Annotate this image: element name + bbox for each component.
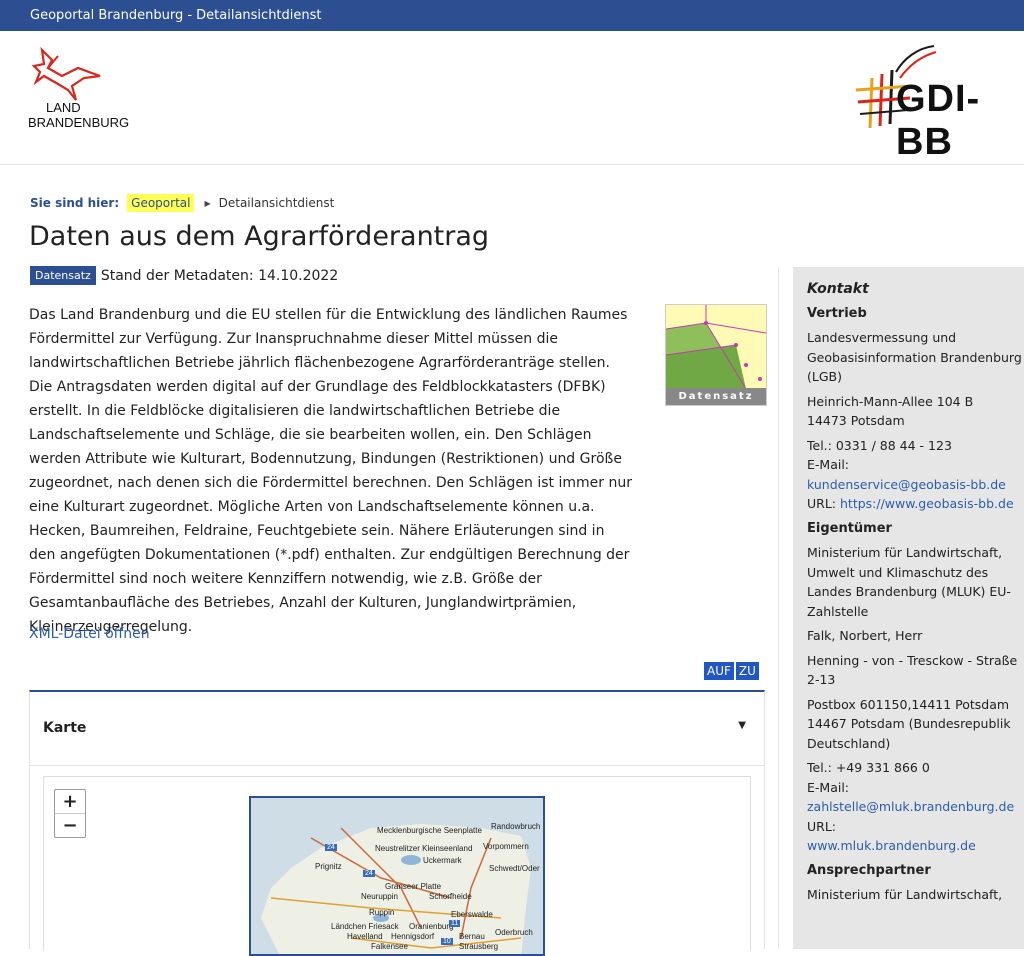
- map-label: Schwedt/Oder: [489, 864, 540, 873]
- map-panel: Karte ▼ + − Mecklenburgische Seenplatte …: [29, 690, 765, 956]
- road-shield: 24: [325, 844, 337, 851]
- eigentuemer-email-label: E-Mail:: [807, 779, 850, 795]
- vertrieb-email-label: E-Mail:: [807, 457, 850, 472]
- ansprechpartner-heading: Ansprechpartner: [807, 862, 931, 878]
- map-viewer[interactable]: + − Mecklenburgische Seenplatte Neustrel…: [43, 776, 751, 956]
- vertrieb-city: 14473 Potsdam: [807, 413, 905, 428]
- vertrieb-tel: Tel.: 0331 / 88 44 - 123: [807, 437, 952, 453]
- map-panel-header[interactable]: Karte ▼: [30, 692, 764, 766]
- vertrieb-org: Landesvermessung und Geobasisinformation…: [807, 330, 1022, 384]
- map-label: Ländchen Friesack: [331, 922, 399, 931]
- map-label: Neuruppin: [361, 892, 398, 901]
- ansprechpartner-org: Ministerium für Landwirtschaft,: [807, 887, 1003, 902]
- thumbnail-label: Datensatz: [666, 388, 766, 405]
- breadcrumb-home-link[interactable]: Geoportal: [127, 194, 195, 212]
- map-label: Mecklenburgische Seenplatte: [377, 826, 482, 835]
- breadcrumb: Sie sind hier: Geoportal ▶ Detailansicht…: [30, 194, 334, 212]
- type-badge: Datensatz: [30, 266, 96, 285]
- breadcrumb-current: Detailansichtdienst: [218, 196, 335, 210]
- map-label: Prignitz: [315, 862, 342, 871]
- gdi-bb-text: GDI-BB: [896, 78, 981, 163]
- vertrieb-heading: Vertrieb: [807, 305, 867, 321]
- breadcrumb-label: Sie sind hier:: [30, 196, 120, 210]
- chevron-right-icon: ▶: [204, 198, 211, 208]
- contact-heading: Kontakt: [807, 281, 869, 297]
- map-label: Oranienburg: [409, 922, 454, 931]
- eigentuemer-url-label: URL:: [807, 818, 837, 834]
- map-label: Vorpommern: [483, 842, 529, 851]
- eigentuemer-email-link[interactable]: zahlstelle@mluk.brandenburg.de: [807, 797, 1024, 817]
- vertrieb-street: Heinrich-Mann-Allee 104 B: [807, 393, 974, 409]
- map-label: Strausberg: [459, 942, 499, 951]
- metadata-date: Stand der Metadaten: 14.10.2022: [100, 267, 339, 284]
- overview-map[interactable]: Mecklenburgische Seenplatte Neustrelitze…: [249, 796, 545, 956]
- dataset-thumbnail: Datensatz: [665, 304, 767, 406]
- logo-text-land: LAND: [46, 100, 81, 115]
- zoom-controls: + −: [54, 789, 86, 838]
- dataset-description: Das Land Brandenburg und die EU stellen …: [29, 307, 632, 635]
- page-title: Daten aus dem Agrarförderantrag: [29, 221, 490, 252]
- map-label: Ruppin: [369, 908, 395, 917]
- map-label: Randowbruch: [491, 822, 541, 831]
- expand-collapse-controls: AUF ZU: [704, 662, 759, 680]
- eagle-icon: [31, 46, 101, 101]
- map-label: Granseer Platte: [385, 882, 442, 891]
- header-divider: [0, 164, 1024, 165]
- map-label: Eberswalde: [451, 910, 493, 919]
- land-brandenburg-logo[interactable]: LAND BRANDENBURG: [28, 46, 138, 132]
- top-bar: Geoportal Brandenburg - Detailansichtdie…: [0, 0, 1024, 31]
- road-shield: 24: [363, 870, 375, 877]
- map-label: Schorfheide: [429, 892, 472, 901]
- column-divider: [778, 267, 779, 949]
- map-label: Havelland: [347, 932, 383, 941]
- map-label: Falkensee: [371, 942, 408, 951]
- map-label: Hennigsdorf: [391, 932, 435, 941]
- zoom-in-button[interactable]: +: [55, 790, 85, 813]
- map-panel-title: Karte: [43, 720, 87, 736]
- map-label: Oderbruch: [495, 928, 533, 937]
- site-title: Geoportal Brandenburg - Detailansichtdie…: [30, 8, 322, 23]
- metadata-row: Datensatz Stand der Metadaten: 14.10.202…: [30, 266, 338, 285]
- road-shield: 11: [449, 920, 461, 927]
- eigentuemer-person: Falk, Norbert, Herr: [807, 628, 923, 643]
- eigentuemer-heading: Eigentümer: [807, 520, 892, 536]
- contact-sidebar: Kontakt Vertrieb Landesvermessung und Ge…: [793, 267, 1024, 949]
- vertrieb-url-label: URL:: [807, 496, 837, 511]
- eigentuemer-url-link[interactable]: www.mluk.brandenburg.de: [807, 836, 1024, 856]
- eigentuemer-city: 14467 Potsdam (Bundesrepublik Deutschlan…: [807, 716, 1011, 751]
- map-label: Uckermark: [423, 856, 462, 865]
- expand-all-button[interactable]: AUF: [704, 662, 734, 680]
- vertrieb-url-link[interactable]: https://www.geobasis-bb.de: [840, 496, 1014, 511]
- eigentuemer-postbox: Postbox 601150,14411 Potsdam: [807, 696, 1010, 712]
- map-label: Bernau: [459, 932, 485, 941]
- road-shield: 10: [441, 938, 453, 945]
- caret-down-icon[interactable]: ▼: [738, 720, 746, 731]
- eigentuemer-org: Ministerium für Landwirtschaft, Umwelt u…: [807, 545, 1011, 619]
- xml-file-link[interactable]: XML-Datei öffnen: [29, 626, 150, 642]
- eigentuemer-street: Henning - von - Tresckow - Straße 2-13: [807, 652, 1018, 688]
- field-map-thumbnail-icon: [666, 305, 766, 389]
- map-label: Neustrelitzer Kleinseenland: [375, 844, 473, 853]
- logo-text-brandenburg: BRANDENBURG: [28, 115, 130, 130]
- gdi-bb-logo[interactable]: GDI-BB: [852, 44, 1024, 163]
- zoom-out-button[interactable]: −: [55, 813, 85, 837]
- collapse-all-button[interactable]: ZU: [735, 662, 759, 680]
- vertrieb-email-link[interactable]: kundenservice@geobasis-bb.de: [807, 475, 1024, 495]
- eigentuemer-tel: Tel.: +49 331 866 0: [807, 760, 930, 775]
